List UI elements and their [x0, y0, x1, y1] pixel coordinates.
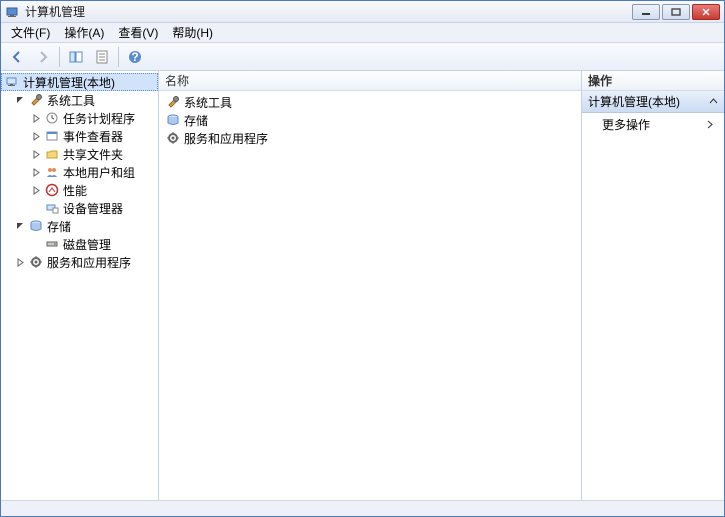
list-item-label: 存储 — [184, 112, 208, 129]
close-button[interactable] — [692, 4, 720, 20]
statusbar — [1, 500, 724, 516]
tree-disk-management[interactable]: 磁盘管理 — [1, 235, 158, 253]
show-hide-tree-button[interactable] — [64, 46, 88, 68]
list-item-label: 系统工具 — [184, 94, 232, 111]
tree-label: 存储 — [47, 218, 71, 235]
expand-icon[interactable] — [31, 131, 42, 142]
expand-icon[interactable] — [31, 113, 42, 124]
event-viewer-icon — [44, 128, 60, 144]
tree-panel[interactable]: 计算机管理(本地) 系统工具 任务计划程序 事件查看器 共享文件夹 本地用户和组 — [1, 71, 159, 500]
list-item-services-apps[interactable]: 服务和应用程序 — [159, 129, 581, 147]
menu-view[interactable]: 查看(V) — [112, 22, 164, 43]
list-item-storage[interactable]: 存储 — [159, 111, 581, 129]
chevron-right-icon — [705, 120, 714, 129]
storage-icon — [28, 218, 44, 234]
app-icon — [5, 4, 21, 20]
collapse-icon[interactable] — [15, 95, 26, 106]
tree-label: 本地用户和组 — [63, 164, 135, 181]
main-area: 计算机管理(本地) 系统工具 任务计划程序 事件查看器 共享文件夹 本地用户和组 — [1, 71, 724, 500]
computer-icon — [4, 74, 20, 90]
tree-system-tools[interactable]: 系统工具 — [1, 91, 158, 109]
tree-label: 计算机管理(本地) — [23, 74, 115, 91]
menu-action[interactable]: 操作(A) — [58, 22, 110, 43]
window-title: 计算机管理 — [25, 3, 632, 20]
tree-storage[interactable]: 存储 — [1, 217, 158, 235]
list-item-label: 服务和应用程序 — [184, 130, 268, 147]
column-header-label: 名称 — [165, 72, 189, 89]
maximize-button[interactable] — [662, 4, 690, 20]
svg-text:?: ? — [131, 50, 138, 64]
disk-management-icon — [44, 236, 60, 252]
action-item-label: 更多操作 — [602, 116, 650, 133]
actions-header-label: 操作 — [588, 72, 612, 89]
collapse-icon[interactable] — [15, 221, 26, 232]
properties-button[interactable] — [90, 46, 114, 68]
toolbar-separator — [118, 47, 119, 67]
toolbar-separator — [59, 47, 60, 67]
actions-header: 操作 — [582, 71, 724, 91]
tree-label: 服务和应用程序 — [47, 254, 131, 271]
tree-label: 任务计划程序 — [63, 110, 135, 127]
expand-icon[interactable] — [31, 167, 42, 178]
tree-label: 性能 — [63, 182, 87, 199]
back-button[interactable] — [5, 46, 29, 68]
tree-shared-folders[interactable]: 共享文件夹 — [1, 145, 158, 163]
tree-device-manager[interactable]: 设备管理器 — [1, 199, 158, 217]
tree-label: 磁盘管理 — [63, 236, 111, 253]
menu-help[interactable]: 帮助(H) — [166, 22, 219, 43]
tree-local-users[interactable]: 本地用户和组 — [1, 163, 158, 181]
tree-label: 事件查看器 — [63, 128, 123, 145]
titlebar: 计算机管理 — [1, 1, 724, 23]
tree-task-scheduler[interactable]: 任务计划程序 — [1, 109, 158, 127]
tree-label: 共享文件夹 — [63, 146, 123, 163]
minimize-button[interactable] — [632, 4, 660, 20]
action-more-actions[interactable]: 更多操作 — [582, 113, 724, 135]
menubar: 文件(F) 操作(A) 查看(V) 帮助(H) — [1, 23, 724, 43]
performance-icon — [44, 182, 60, 198]
tree-root[interactable]: 计算机管理(本地) — [1, 73, 158, 91]
storage-icon — [165, 112, 181, 128]
tree-performance[interactable]: 性能 — [1, 181, 158, 199]
device-manager-icon — [44, 200, 60, 216]
users-icon — [44, 164, 60, 180]
shared-folders-icon — [44, 146, 60, 162]
menu-file[interactable]: 文件(F) — [5, 22, 56, 43]
expand-icon[interactable] — [31, 149, 42, 160]
tree-label: 设备管理器 — [63, 200, 123, 217]
help-button[interactable]: ? — [123, 46, 147, 68]
tools-icon — [28, 92, 44, 108]
actions-group-header[interactable]: 计算机管理(本地) — [582, 91, 724, 113]
column-header-name[interactable]: 名称 — [159, 71, 581, 91]
actions-body: 计算机管理(本地) 更多操作 — [582, 91, 724, 500]
tree-services-apps[interactable]: 服务和应用程序 — [1, 253, 158, 271]
services-icon — [165, 130, 181, 146]
list-panel: 名称 系统工具 存储 服务和应用程序 — [159, 71, 582, 500]
chevron-up-icon — [709, 97, 718, 106]
forward-button[interactable] — [31, 46, 55, 68]
tools-icon — [165, 94, 181, 110]
actions-group-label: 计算机管理(本地) — [588, 93, 680, 110]
scheduler-icon — [44, 110, 60, 126]
expand-icon[interactable] — [31, 185, 42, 196]
tree-label: 系统工具 — [47, 92, 95, 109]
services-icon — [28, 254, 44, 270]
actions-panel: 操作 计算机管理(本地) 更多操作 — [582, 71, 724, 500]
list-body[interactable]: 系统工具 存储 服务和应用程序 — [159, 91, 581, 500]
tree-event-viewer[interactable]: 事件查看器 — [1, 127, 158, 145]
toolbar: ? — [1, 43, 724, 71]
expand-icon[interactable] — [15, 257, 26, 268]
list-item-system-tools[interactable]: 系统工具 — [159, 93, 581, 111]
